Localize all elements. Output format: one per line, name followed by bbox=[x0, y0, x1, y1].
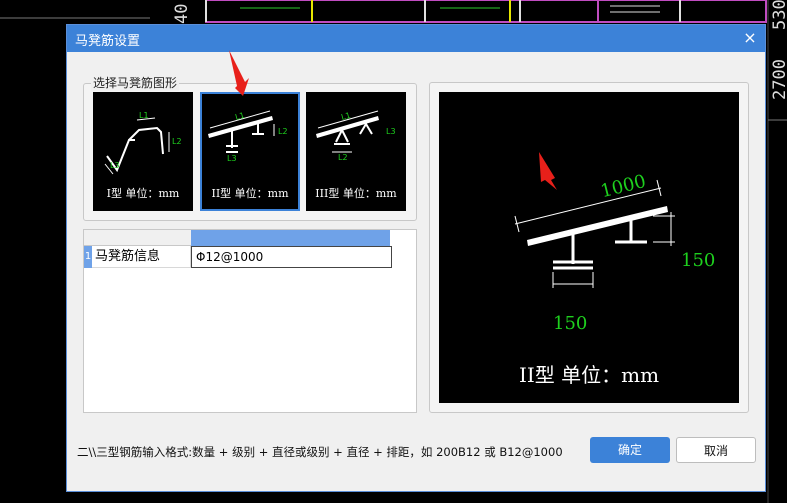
rebar-info-grid: 1 马凳筋信息 Φ12@1000 bbox=[83, 229, 417, 413]
preview-canvas: 1000 150 150 II型 单位：mm bbox=[439, 92, 739, 403]
preview-caption: II型 单位：mm bbox=[519, 363, 659, 387]
grid-column-header[interactable] bbox=[191, 230, 390, 246]
shape-1-dim-l3: L3 bbox=[110, 161, 120, 170]
annotation-arrow bbox=[229, 50, 249, 96]
grid-row-number[interactable]: 1 bbox=[84, 246, 92, 268]
shape-1-dim-l2: L2 bbox=[172, 137, 182, 146]
shape-3-dim-l1: L1 bbox=[340, 111, 352, 122]
shape-group-label: 选择马凳筋图形 bbox=[91, 74, 180, 91]
preview-diagram: 1000 150 150 II型 单位：mm bbox=[514, 152, 715, 387]
shape-1-dim-l1: L1 bbox=[139, 111, 149, 120]
grid-row-label: 马凳筋信息 bbox=[92, 246, 191, 268]
shape-1-caption: I型 单位：mm bbox=[106, 187, 180, 200]
format-hint: 二\\三型钢筋输入格式:数量 + 级别 + 直径或级别 + 直径 + 排距，如 … bbox=[77, 445, 563, 459]
cad-dim-label: 530 bbox=[770, 0, 787, 30]
shape-2-caption: II型 单位：mm bbox=[211, 187, 289, 200]
cad-dim-label: 2700 bbox=[770, 59, 787, 100]
annotation-arrow bbox=[539, 152, 557, 190]
rebar-info-input[interactable]: Φ12@1000 bbox=[191, 246, 392, 268]
cad-dim-label: 40 bbox=[172, 3, 192, 24]
shape-option-type-1[interactable]: L1 L2 L3 I型 单位：mm bbox=[93, 92, 193, 211]
preview-dim-height: 150 bbox=[681, 250, 715, 271]
dialog-title: 马凳筋设置 bbox=[75, 34, 141, 49]
shape-option-type-2[interactable]: L1 L2 L3 II型 单位：mm bbox=[200, 92, 300, 211]
cancel-button[interactable]: 取消 bbox=[676, 437, 756, 463]
shape-2-dim-l1: L1 bbox=[234, 111, 246, 122]
shape-option-type-3[interactable]: L1 L3 L2 III型 单位：mm bbox=[306, 92, 406, 211]
shape-3-dim-l2: L2 bbox=[338, 153, 348, 162]
preview-dim-base: 150 bbox=[553, 313, 587, 334]
shape-3-dim-l3: L3 bbox=[386, 127, 396, 136]
confirm-button[interactable]: 确定 bbox=[590, 437, 670, 463]
shape-2-dim-l3: L3 bbox=[227, 154, 237, 163]
grid-corner-header bbox=[84, 230, 191, 246]
stool-rebar-dialog: 马凳筋设置 × 选择马凳筋图形 L1 L2 L3 I型 单位：mm L1 L2 … bbox=[66, 24, 766, 492]
close-icon[interactable]: × bbox=[739, 27, 761, 49]
dialog-titlebar[interactable]: 马凳筋设置 × bbox=[67, 25, 765, 52]
shape-2-dim-l2: L2 bbox=[278, 127, 288, 136]
shape-3-caption: III型 单位：mm bbox=[315, 187, 397, 200]
